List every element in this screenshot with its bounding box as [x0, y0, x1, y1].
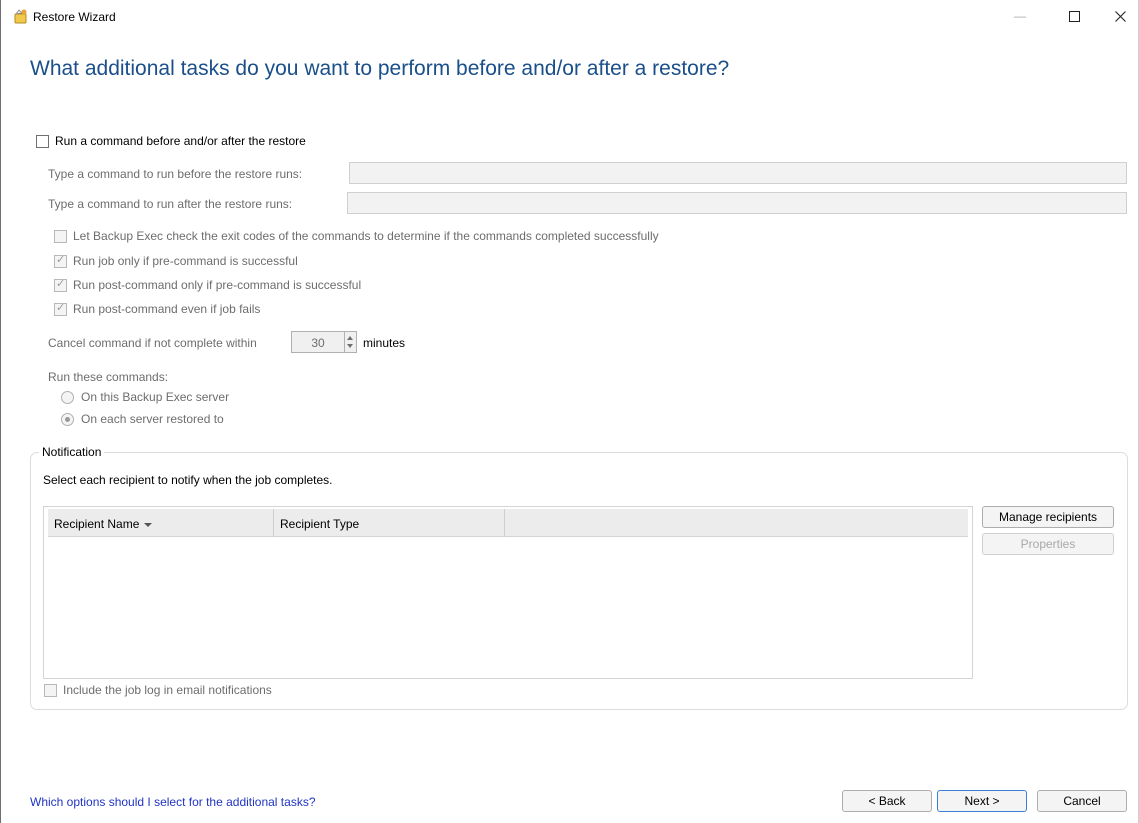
notification-instruction: Select each recipient to notify when the…	[43, 473, 333, 487]
minimize-button[interactable]: —	[997, 0, 1043, 32]
properties-button[interactable]: Properties	[982, 533, 1114, 555]
check-exit-codes-checkbox[interactable]	[54, 230, 67, 243]
column-header-recipient-type[interactable]: Recipient Type	[280, 517, 359, 531]
run-post-if-pre-success-checkbox[interactable]	[54, 277, 67, 292]
close-button[interactable]	[1097, 0, 1139, 32]
cancel-command-label: Cancel command if not complete within	[48, 336, 257, 350]
help-link[interactable]: Which options should I select for the ad…	[30, 795, 316, 809]
column-header-recipient-name[interactable]: Recipient Name	[54, 517, 153, 531]
run-command-checkbox[interactable]	[36, 135, 49, 148]
maximize-icon	[1068, 10, 1080, 22]
before-command-label: Type a command to run before the restore…	[48, 167, 303, 181]
cancel-minutes-stepper[interactable]: 30	[291, 331, 357, 353]
check-exit-codes-label: Let Backup Exec check the exit codes of …	[73, 229, 659, 243]
recipients-table[interactable]: Recipient Name Recipient Type	[43, 506, 973, 679]
notification-group-title: Notification	[39, 445, 105, 459]
cancel-minutes-value: 30	[311, 336, 325, 350]
page-title: What additional tasks do you want to per…	[30, 57, 730, 80]
after-command-input[interactable]	[347, 192, 1127, 214]
run-on-each-server-radio[interactable]	[61, 413, 74, 426]
run-post-even-if-fails-checkbox[interactable]	[54, 301, 67, 316]
window-title: Restore Wizard	[33, 10, 116, 24]
recipients-table-header: Recipient Name Recipient Type	[48, 509, 968, 537]
after-command-label: Type a command to run after the restore …	[48, 197, 293, 211]
run-post-if-pre-success-label: Run post-command only if pre-command is …	[73, 278, 362, 292]
close-icon	[1114, 10, 1126, 22]
cancel-button[interactable]: Cancel	[1037, 790, 1127, 812]
sort-descending-icon	[144, 522, 153, 527]
column-divider[interactable]	[273, 509, 274, 537]
run-these-commands-label: Run these commands:	[48, 370, 169, 384]
include-job-log-label: Include the job log in email notificatio…	[63, 683, 272, 697]
run-job-if-pre-success-label: Run job only if pre-command is successfu…	[73, 254, 298, 268]
recipient-name-header-label: Recipient Name	[54, 517, 140, 531]
run-post-even-if-fails-label: Run post-command even if job fails	[73, 302, 261, 316]
stepper-buttons[interactable]	[344, 332, 356, 352]
before-command-input[interactable]	[349, 162, 1127, 184]
next-button[interactable]: Next >	[937, 790, 1027, 812]
column-divider[interactable]	[504, 509, 505, 537]
run-job-if-pre-success-checkbox[interactable]	[54, 253, 67, 268]
back-button[interactable]: < Back	[842, 790, 932, 812]
minimize-icon: —	[1014, 9, 1026, 23]
stepper-up-icon[interactable]	[347, 336, 353, 340]
run-command-label: Run a command before and/or after the re…	[55, 134, 306, 148]
stepper-down-icon[interactable]	[347, 344, 353, 348]
run-on-each-server-label: On each server restored to	[81, 412, 224, 426]
restore-wizard-window: Restore Wizard — What additional tasks d…	[0, 0, 1139, 823]
minutes-label: minutes	[363, 336, 406, 350]
run-on-backup-server-radio[interactable]	[61, 391, 74, 404]
include-job-log-checkbox[interactable]	[44, 684, 57, 697]
maximize-button[interactable]	[1051, 0, 1097, 32]
title-bar: Restore Wizard —	[1, 0, 1138, 34]
restore-wizard-icon	[14, 9, 27, 24]
run-on-backup-server-label: On this Backup Exec server	[81, 390, 230, 404]
manage-recipients-button[interactable]: Manage recipients	[982, 506, 1114, 528]
